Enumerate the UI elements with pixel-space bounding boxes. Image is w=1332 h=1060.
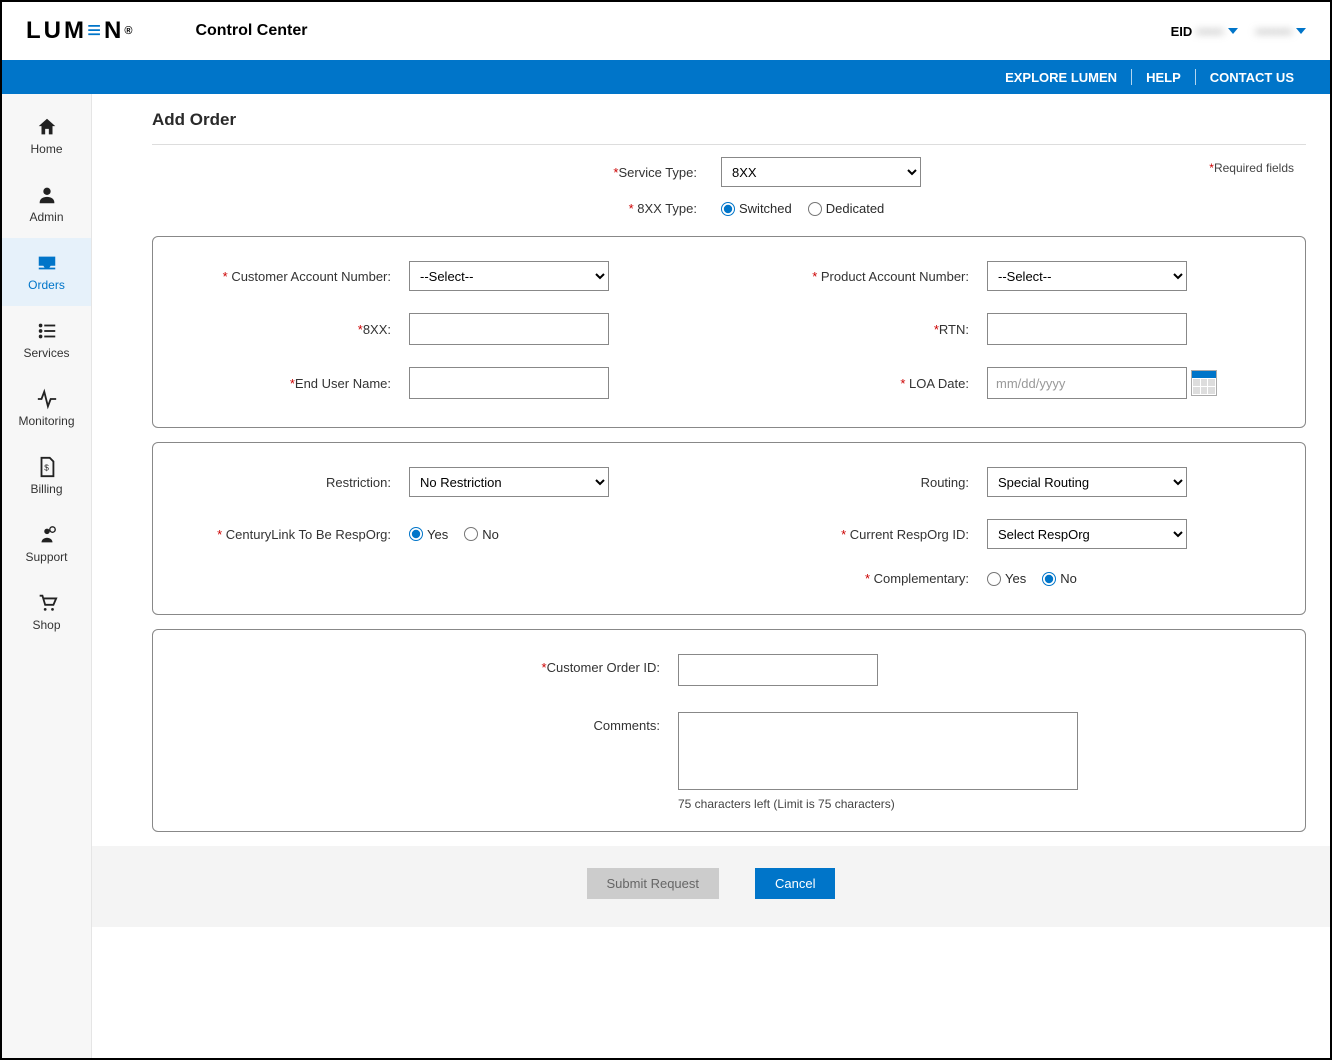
list-icon (36, 320, 58, 342)
sidebar-item-home[interactable]: Home (2, 102, 91, 170)
restriction-select[interactable]: No Restriction (409, 467, 609, 497)
routing-panel: Restriction: No Restriction Routing: Spe… (152, 442, 1306, 615)
sidebar-item-monitoring[interactable]: Monitoring (2, 374, 91, 442)
customer-account-label: * Customer Account Number: (191, 269, 391, 284)
complementary-no[interactable]: No (1042, 571, 1077, 586)
logo: LUM≡N® (26, 17, 135, 45)
8xx-type-label: * 8XX Type: (537, 201, 697, 216)
form-footer: Submit Request Cancel (92, 846, 1330, 927)
resporg-yes[interactable]: Yes (409, 527, 448, 542)
rtn-label: *RTN: (769, 322, 969, 337)
customer-order-id-label: *Customer Order ID: (380, 654, 660, 675)
user-dropdown[interactable]: •••••••• (1256, 24, 1306, 39)
customer-order-id-input[interactable] (678, 654, 878, 686)
complementary-label: * Complementary: (769, 571, 969, 586)
product-account-select[interactable]: --Select-- (987, 261, 1187, 291)
8xx-type-switched[interactable]: Switched (721, 201, 792, 216)
8xx-type-dedicated[interactable]: Dedicated (808, 201, 885, 216)
end-user-label: *End User Name: (191, 376, 391, 391)
routing-label: Routing: (769, 475, 969, 490)
cart-icon (36, 592, 58, 614)
page-title: Add Order (152, 110, 1306, 130)
top-nav-bar: EXPLORE LUMEN HELP CONTACT US (2, 60, 1330, 94)
eid-value: •••••• (1196, 24, 1223, 39)
eid-label: EID (1171, 24, 1193, 39)
routing-select[interactable]: Special Routing (987, 467, 1187, 497)
header: LUM≡N® Control Center EID •••••• •••••••… (2, 2, 1330, 60)
svg-text:$: $ (44, 464, 49, 473)
current-resporg-select[interactable]: Select RespOrg (987, 519, 1187, 549)
resporg-no[interactable]: No (464, 527, 499, 542)
main-content: Add Order *Required fields *Service Type… (92, 94, 1330, 1058)
comments-textarea[interactable] (678, 712, 1078, 790)
sidebar-item-services[interactable]: Services (2, 306, 91, 374)
eid-dropdown[interactable]: EID •••••• (1171, 24, 1238, 39)
sidebar: Home Admin Orders Services Monitoring $ … (2, 94, 92, 1058)
customer-account-select[interactable]: --Select-- (409, 261, 609, 291)
comments-label: Comments: (380, 712, 660, 733)
cancel-button[interactable]: Cancel (755, 868, 835, 899)
home-icon (36, 116, 58, 138)
sidebar-item-label: Shop (32, 618, 60, 632)
sidebar-item-support[interactable]: Support (2, 510, 91, 578)
restriction-label: Restriction: (191, 475, 391, 490)
service-type-select[interactable]: 8XX (721, 157, 921, 187)
sidebar-item-label: Monitoring (18, 414, 74, 428)
sidebar-item-label: Billing (30, 482, 62, 496)
rtn-input[interactable] (987, 313, 1187, 345)
8xx-label: *8XX: (191, 322, 391, 337)
8xx-input[interactable] (409, 313, 609, 345)
sidebar-item-admin[interactable]: Admin (2, 170, 91, 238)
chevron-down-icon (1228, 28, 1238, 34)
gear-user-icon (36, 524, 58, 546)
chevron-down-icon (1296, 28, 1306, 34)
nav-help[interactable]: HELP (1132, 70, 1195, 85)
user-icon (36, 184, 58, 206)
end-user-input[interactable] (409, 367, 609, 399)
sidebar-item-label: Support (25, 550, 67, 564)
app-title: Control Center (195, 22, 307, 40)
service-type-label: *Service Type: (537, 165, 697, 180)
sidebar-item-orders[interactable]: Orders (2, 238, 91, 306)
sidebar-item-label: Services (23, 346, 69, 360)
loa-date-label: * LOA Date: (769, 376, 969, 391)
sidebar-item-label: Admin (29, 210, 63, 224)
loa-date-input[interactable] (987, 367, 1187, 399)
sidebar-item-billing[interactable]: $ Billing (2, 442, 91, 510)
product-account-label: * Product Account Number: (769, 269, 969, 284)
user-value: •••••••• (1256, 24, 1292, 39)
sidebar-item-label: Orders (28, 278, 65, 292)
resporg-label: * CenturyLink To Be RespOrg: (191, 527, 391, 542)
order-id-panel: *Customer Order ID: Comments: 75 charact… (152, 629, 1306, 832)
activity-icon (36, 388, 58, 410)
inbox-icon (36, 252, 58, 274)
current-resporg-label: * Current RespOrg ID: (769, 527, 969, 542)
submit-button[interactable]: Submit Request (587, 868, 720, 899)
account-panel: * Customer Account Number: --Select-- * … (152, 236, 1306, 428)
calendar-icon[interactable] (1191, 370, 1217, 396)
comments-counter: 75 characters left (Limit is 75 characte… (678, 797, 1078, 811)
sidebar-item-shop[interactable]: Shop (2, 578, 91, 646)
sidebar-item-label: Home (30, 142, 62, 156)
invoice-icon: $ (36, 456, 58, 478)
nav-contact[interactable]: CONTACT US (1196, 70, 1308, 85)
nav-explore[interactable]: EXPLORE LUMEN (991, 70, 1131, 85)
complementary-yes[interactable]: Yes (987, 571, 1026, 586)
